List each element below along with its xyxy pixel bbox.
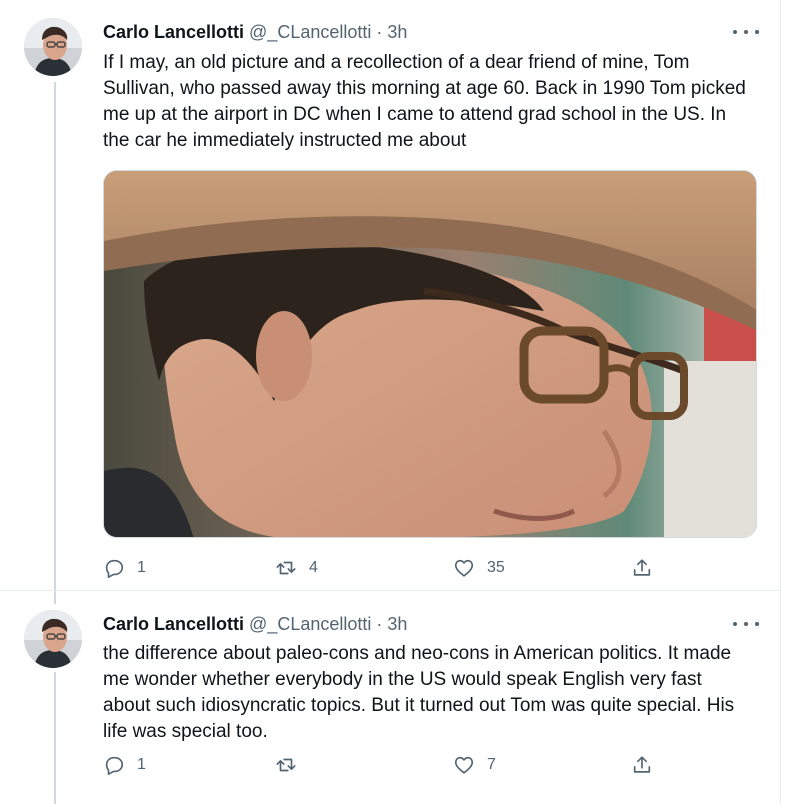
timestamp[interactable]: 3h: [387, 614, 407, 634]
retweet-button[interactable]: 4: [275, 553, 318, 583]
heart-icon: [454, 559, 474, 577]
reply-icon: [105, 756, 124, 775]
reply-button[interactable]: 1: [103, 750, 146, 780]
author-handle[interactable]: @_CLancellotti: [249, 22, 371, 42]
action-bar: 1 7: [103, 750, 663, 780]
share-button[interactable]: [631, 750, 653, 780]
more-options-icon[interactable]: [733, 613, 759, 635]
more-options-icon[interactable]: [733, 21, 759, 43]
like-count: 35: [487, 559, 505, 576]
reply-count: 1: [137, 756, 146, 773]
retweet-icon: [276, 561, 296, 575]
retweet-count: 4: [309, 559, 318, 576]
timeline-border: [780, 0, 781, 804]
tweet-header: Carlo Lancellotti @_CLancellotti · 3h: [103, 21, 407, 43]
tweet-text: the difference about paleo-cons and neo-…: [103, 643, 735, 742]
separator: ·: [376, 614, 383, 634]
tweet-text: If I may, an old picture and a recollect…: [103, 52, 746, 151]
tweet[interactable]: Carlo Lancellotti @_CLancellotti · 3h th…: [0, 590, 780, 804]
reply-count: 1: [137, 559, 146, 576]
like-button[interactable]: 35: [453, 553, 505, 583]
timestamp[interactable]: 3h: [387, 22, 407, 42]
separator: ·: [376, 22, 383, 42]
share-icon: [633, 756, 651, 773]
reply-button[interactable]: 1: [103, 553, 146, 583]
tweet-header: Carlo Lancellotti @_CLancellotti · 3h: [103, 613, 407, 635]
like-button[interactable]: 7: [453, 750, 496, 780]
reply-icon: [105, 559, 124, 578]
retweet-button[interactable]: [275, 750, 309, 780]
retweet-icon: [276, 758, 296, 772]
author-name[interactable]: Carlo Lancellotti: [103, 614, 244, 634]
author-name[interactable]: Carlo Lancellotti: [103, 22, 244, 42]
tweet-photo[interactable]: [103, 170, 757, 538]
avatar[interactable]: [24, 18, 82, 76]
share-button[interactable]: [631, 553, 653, 583]
avatar[interactable]: [24, 610, 82, 668]
share-icon: [633, 559, 651, 576]
action-bar: 1 4 35: [103, 553, 663, 583]
tweet[interactable]: Carlo Lancellotti @_CLancellotti · 3h If…: [0, 0, 780, 590]
author-handle[interactable]: @_CLancellotti: [249, 614, 371, 634]
like-count: 7: [487, 756, 496, 773]
heart-icon: [454, 756, 474, 774]
